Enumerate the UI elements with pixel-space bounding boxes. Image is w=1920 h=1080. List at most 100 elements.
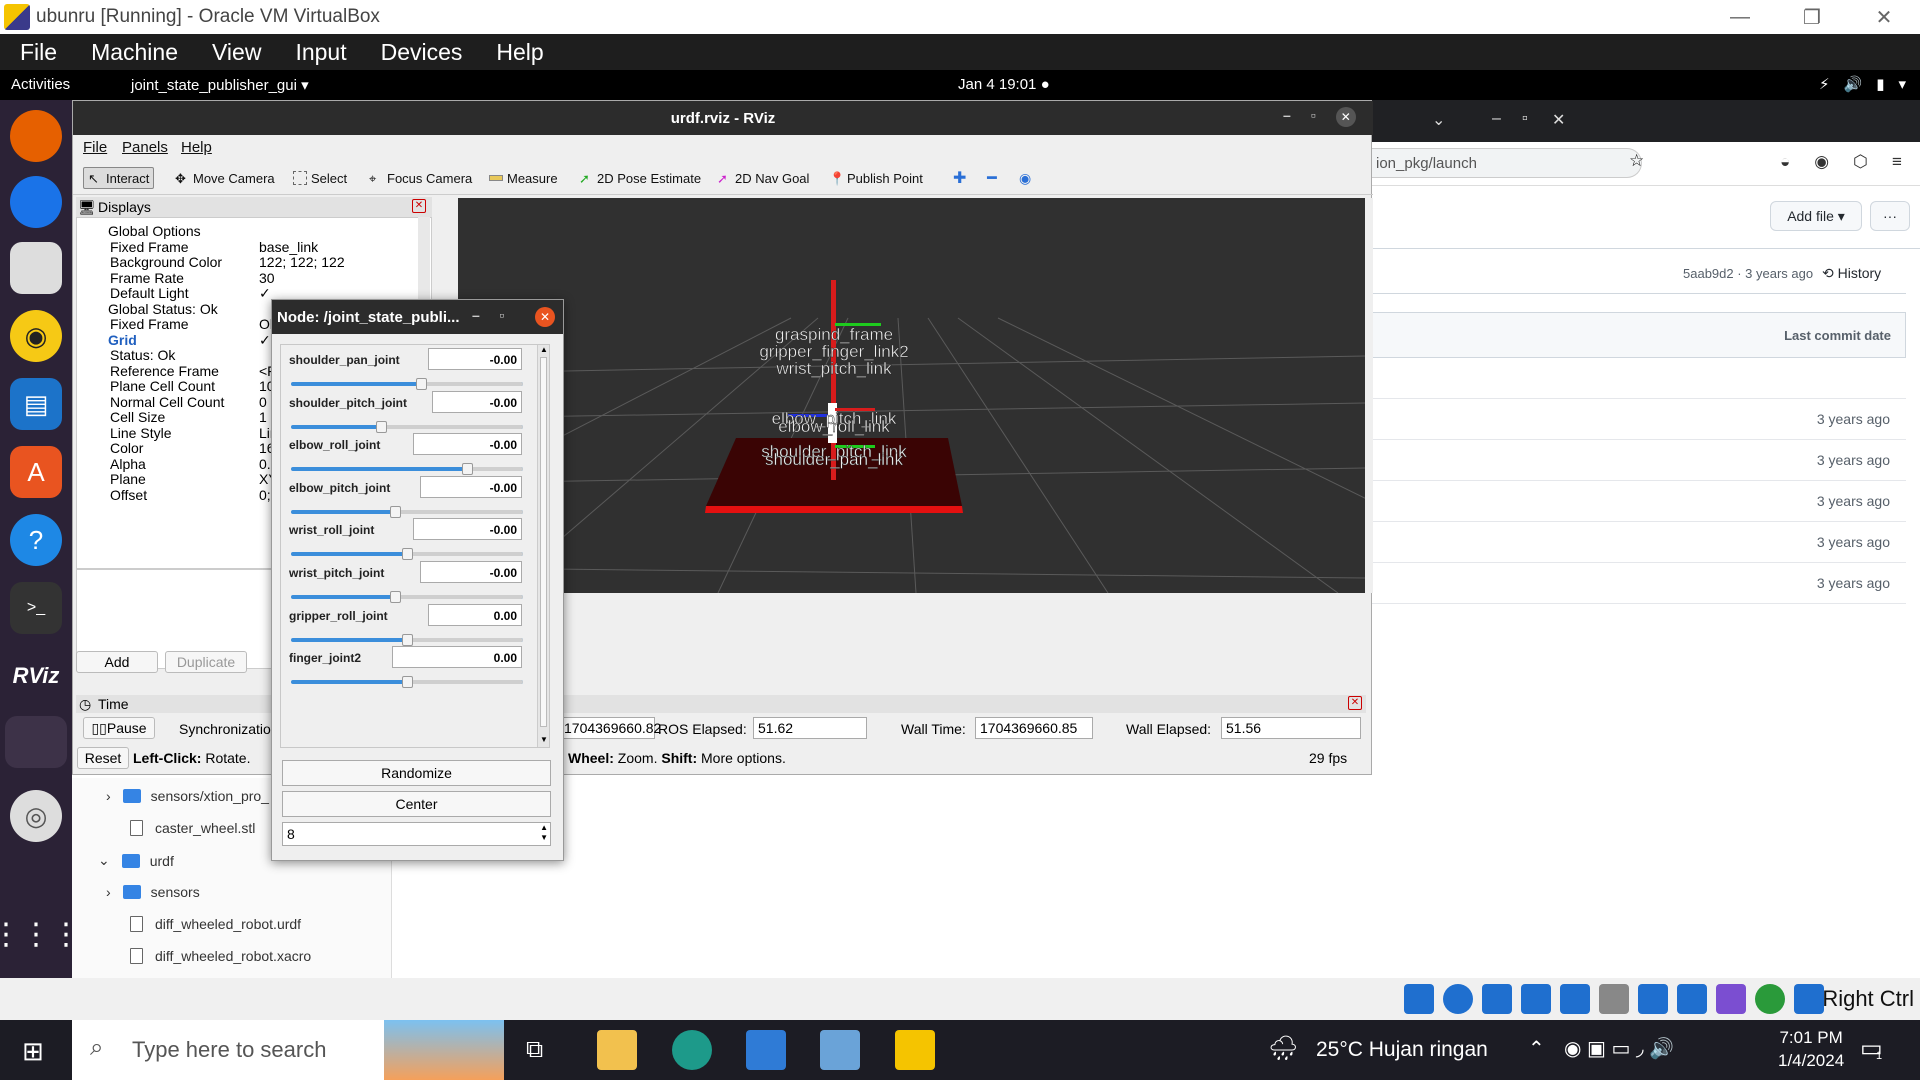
chevron-down-icon[interactable]: ▾	[1898, 75, 1906, 93]
rviz-menu-help[interactable]: Help	[181, 139, 212, 156]
maximize-button[interactable]: ❐	[1776, 0, 1848, 34]
thunderbird-icon[interactable]	[10, 176, 62, 228]
interact-tool[interactable]: ↖ Interact	[83, 167, 155, 189]
menu-machine[interactable]: Machine	[91, 39, 178, 66]
table-row[interactable]: 3 years ago	[1372, 563, 1906, 604]
display-icon[interactable]	[1638, 984, 1668, 1014]
minimize-button[interactable]: —	[1704, 0, 1776, 34]
table-row[interactable]: 3 years ago	[1372, 481, 1906, 522]
table-row[interactable]	[1372, 358, 1906, 399]
wall-time-field[interactable]: 1704369660.85	[975, 717, 1093, 739]
2d-nav-goal-tool[interactable]: ➚ 2D Nav Goal	[717, 167, 809, 189]
table-row[interactable]: 3 years ago	[1372, 399, 1906, 440]
minimize-button[interactable]: –	[1283, 107, 1291, 127]
network-icon[interactable]: ⚡	[1819, 75, 1830, 93]
active-app-icon[interactable]	[5, 716, 67, 768]
pocket-icon[interactable]: ◒	[1780, 152, 1790, 172]
menu-devices[interactable]: Devices	[381, 39, 463, 66]
app-menu[interactable]: joint_state_publisher_gui ▾	[131, 76, 309, 94]
list-item[interactable]: diff_wheeled_robot.xacro	[130, 948, 311, 964]
joint-slider-track[interactable]	[291, 467, 523, 472]
extensions-icon[interactable]: ⬡	[1853, 152, 1868, 172]
activities-button[interactable]: Activities	[11, 76, 70, 93]
hard-disk-icon[interactable]	[1404, 984, 1434, 1014]
weather-text[interactable]: 25°C Hujan ringan	[1316, 1038, 1488, 1062]
add-display-button[interactable]: Add	[76, 651, 158, 673]
task-view-icon[interactable]: ⧉	[526, 1036, 543, 1064]
joint-slider-handle[interactable]	[402, 676, 413, 689]
close-icon[interactable]: ✕	[1552, 110, 1565, 130]
menu-view[interactable]: View	[212, 39, 261, 66]
tool-properties-icon[interactable]: ◉	[1019, 167, 1031, 189]
joint-count-spinbox[interactable]: 8 ▲ ▼	[282, 822, 551, 846]
select-tool[interactable]: Select	[293, 167, 347, 189]
wall-elapsed-field[interactable]: 51.56	[1221, 717, 1361, 739]
optical-drive-icon[interactable]	[1443, 984, 1473, 1014]
menu-help[interactable]: Help	[496, 39, 543, 66]
right-dock-handle[interactable]	[1365, 198, 1373, 593]
star-icon[interactable]: ☆	[1629, 151, 1644, 171]
list-item[interactable]: › sensors/xtion_pro_	[106, 788, 269, 804]
focus-camera-tool[interactable]: ⌖ Focus Camera	[369, 167, 472, 189]
virtualbox-taskbar-icon[interactable]	[895, 1030, 935, 1070]
duplicate-display-button[interactable]: Duplicate	[165, 651, 247, 673]
chevron-up-icon[interactable]: ⌃	[1528, 1036, 1545, 1061]
firefox-icon[interactable]	[10, 110, 62, 162]
more-options-button[interactable]: ···	[1870, 201, 1910, 231]
minimize-button[interactable]: – ▫	[472, 307, 504, 323]
commit-info[interactable]: 5aab9d2 · 3 years ago	[1683, 266, 1813, 281]
photos-icon[interactable]	[746, 1030, 786, 1070]
audio-icon[interactable]	[1482, 984, 1512, 1014]
joint-list-scrollbar[interactable]: ▲ ▼	[537, 345, 549, 747]
scrollbar-thumb[interactable]	[540, 357, 547, 727]
scroll-up-icon[interactable]: ▲	[540, 345, 548, 354]
list-item[interactable]: caster_wheel.stl	[130, 820, 255, 836]
mouse-integration-icon[interactable]	[1794, 984, 1824, 1014]
joint-value-field[interactable]: -0.00	[413, 518, 522, 541]
joint-value-field[interactable]: -0.00	[413, 433, 522, 456]
virtualization-icon[interactable]	[1716, 984, 1746, 1014]
add-file-button[interactable]: Add file ▾	[1770, 201, 1862, 231]
system-tray-icons[interactable]: ◉ ▣ ▭ ◞ 🔊	[1564, 1036, 1674, 1061]
remove-tool-button[interactable]: ━	[987, 167, 997, 189]
usb-icon[interactable]	[1560, 984, 1590, 1014]
battery-icon[interactable]: ▮	[1876, 75, 1884, 93]
close-panel-icon[interactable]: ✕	[412, 199, 426, 213]
taskbar-clock[interactable]: 7:01 PM 1/4/2024	[1778, 1026, 1844, 1072]
ros-time-field[interactable]: 1704369660.82	[559, 717, 661, 739]
maximize-button[interactable]: ▫	[1311, 107, 1316, 127]
list-item[interactable]: diff_wheeled_robot.urdf	[130, 916, 301, 932]
help-icon[interactable]: ?	[10, 514, 62, 566]
file-explorer-icon[interactable]	[597, 1030, 637, 1070]
restore-icon[interactable]: ▫	[1522, 110, 1528, 128]
rviz-menu-panels[interactable]: Panels	[122, 139, 168, 156]
close-button[interactable]: ✕	[535, 307, 555, 327]
list-item[interactable]: ⌄ urdf	[98, 852, 174, 869]
files-icon[interactable]	[10, 242, 62, 294]
table-row[interactable]: 3 years ago	[1372, 440, 1906, 481]
hamburger-menu-icon[interactable]: ≡	[1892, 152, 1902, 172]
add-tool-button[interactable]: ✚	[953, 167, 966, 189]
move-camera-tool[interactable]: ✥ Move Camera	[175, 167, 275, 189]
url-field[interactable]: ion_pkg/launch	[1372, 148, 1642, 178]
publish-point-tool[interactable]: 📍 Publish Point	[829, 167, 923, 189]
joint-slider-track[interactable]	[291, 595, 523, 599]
joint-value-field[interactable]: -0.00	[420, 475, 522, 498]
ros-elapsed-field[interactable]: 51.62	[753, 717, 867, 739]
show-apps-icon[interactable]: ⋮⋮⋮	[0, 908, 81, 960]
clock[interactable]: Jan 4 19:01 ●	[958, 76, 1050, 93]
joint-slider-track[interactable]	[291, 382, 523, 386]
rhythmbox-icon[interactable]: ◉	[10, 310, 62, 362]
menu-file[interactable]: File	[20, 39, 57, 66]
windows-start-icon[interactable]: ⊞	[22, 1036, 44, 1067]
measure-tool[interactable]: Measure	[489, 167, 558, 189]
weather-icon[interactable]: 🌧	[1268, 1034, 1298, 1063]
joint-value-field[interactable]: 0.00	[427, 603, 522, 626]
2d-pose-estimate-tool[interactable]: ➚ 2D Pose Estimate	[579, 167, 701, 189]
scroll-down-icon[interactable]: ▼	[540, 735, 548, 744]
pause-button[interactable]: ▯▯ Pause	[83, 717, 155, 739]
edge-icon[interactable]	[672, 1030, 712, 1070]
reset-button[interactable]: Reset	[77, 747, 129, 769]
terminal-icon[interactable]: >_	[10, 582, 62, 634]
3d-viewport[interactable]: graspind_frame gripper_finger_link2 wris…	[458, 198, 1365, 593]
